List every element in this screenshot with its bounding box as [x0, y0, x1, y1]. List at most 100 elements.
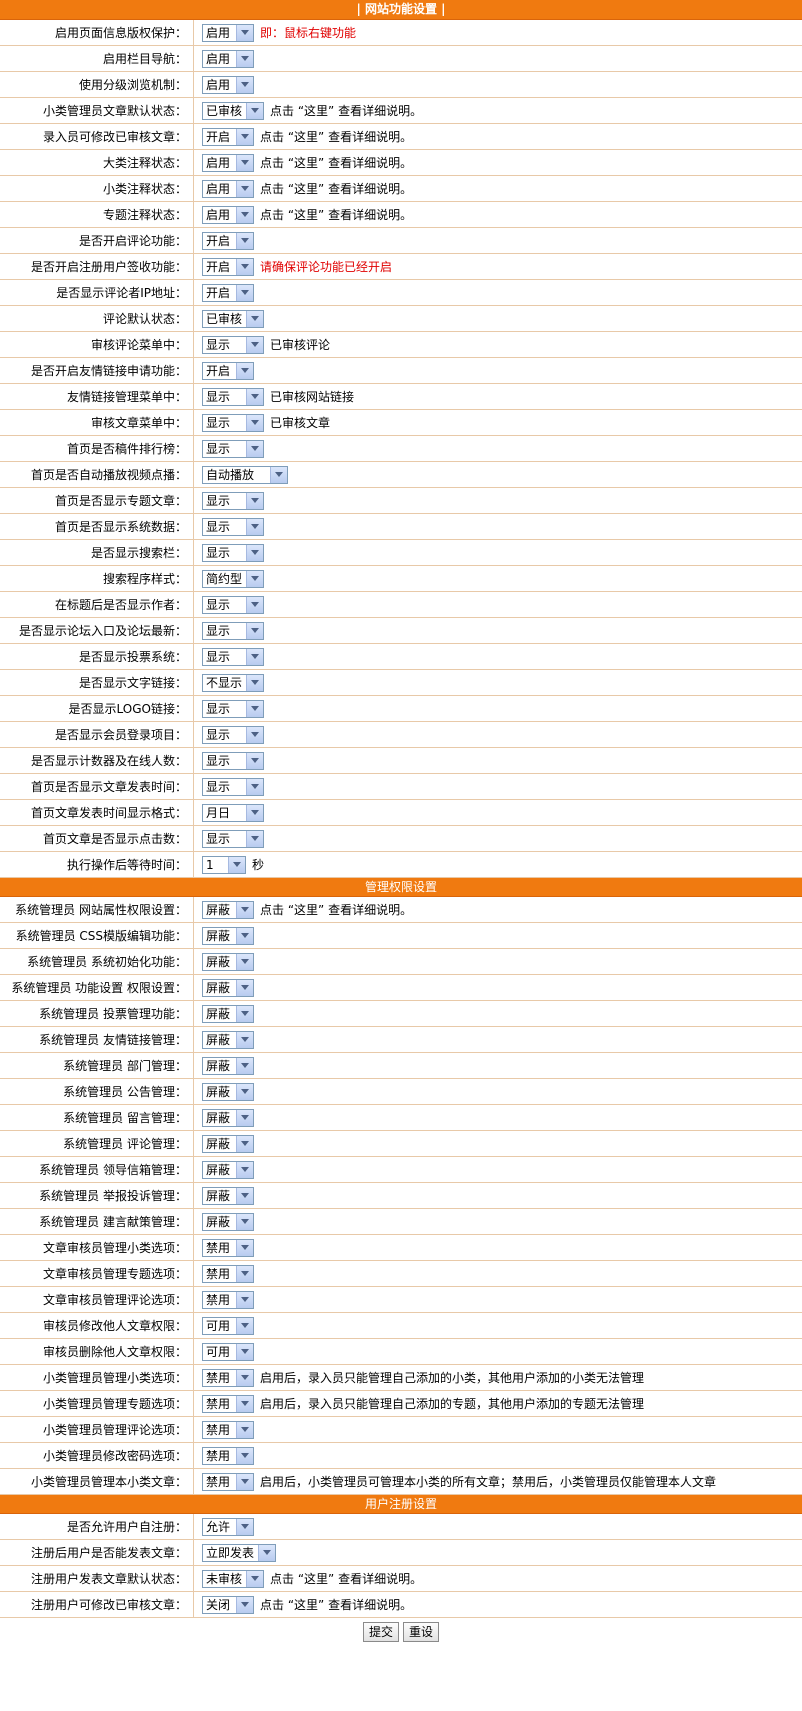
setting-select[interactable]: 开启	[202, 127, 254, 146]
setting-select[interactable]: 允许	[202, 1517, 254, 1536]
chevron-down-icon[interactable]	[236, 953, 253, 970]
setting-select[interactable]: 未审核	[202, 1569, 264, 1588]
setting-select[interactable]: 禁用	[202, 1368, 254, 1387]
setting-select[interactable]: 开启	[202, 283, 254, 302]
setting-select[interactable]: 显示	[202, 751, 264, 770]
setting-select[interactable]: 屏蔽	[202, 952, 254, 971]
chevron-down-icon[interactable]	[236, 1213, 253, 1230]
chevron-down-icon[interactable]	[236, 180, 253, 197]
setting-select[interactable]: 显示	[202, 699, 264, 718]
chevron-down-icon[interactable]	[246, 1570, 263, 1587]
setting-select[interactable]: 屏蔽	[202, 1030, 254, 1049]
setting-select[interactable]: 禁用	[202, 1472, 254, 1491]
setting-select[interactable]: 屏蔽	[202, 1108, 254, 1127]
chevron-down-icon[interactable]	[246, 336, 263, 353]
chevron-down-icon[interactable]	[236, 76, 253, 93]
chevron-down-icon[interactable]	[236, 1187, 253, 1204]
chevron-down-icon[interactable]	[258, 1544, 275, 1561]
chevron-down-icon[interactable]	[246, 726, 263, 743]
setting-select[interactable]: 启用	[202, 153, 254, 172]
chevron-down-icon[interactable]	[246, 622, 263, 639]
setting-select[interactable]: 禁用	[202, 1264, 254, 1283]
reset-button[interactable]: 重设	[403, 1621, 440, 1642]
chevron-down-icon[interactable]	[246, 310, 263, 327]
setting-select[interactable]: 显示	[202, 777, 264, 796]
setting-select[interactable]: 显示	[202, 517, 264, 536]
chevron-down-icon[interactable]	[246, 778, 263, 795]
chevron-down-icon[interactable]	[246, 440, 263, 457]
chevron-down-icon[interactable]	[246, 830, 263, 847]
chevron-down-icon[interactable]	[236, 1291, 253, 1308]
chevron-down-icon[interactable]	[236, 258, 253, 275]
setting-select[interactable]: 已审核	[202, 101, 264, 120]
chevron-down-icon[interactable]	[236, 1005, 253, 1022]
chevron-down-icon[interactable]	[246, 596, 263, 613]
setting-select[interactable]: 禁用	[202, 1420, 254, 1439]
setting-select[interactable]: 显示	[202, 491, 264, 510]
setting-select[interactable]: 屏蔽	[202, 900, 254, 919]
chevron-down-icon[interactable]	[236, 1421, 253, 1438]
setting-select[interactable]: 启用	[202, 179, 254, 198]
setting-select[interactable]: 启用	[202, 49, 254, 68]
chevron-down-icon[interactable]	[246, 388, 263, 405]
chevron-down-icon[interactable]	[236, 24, 253, 41]
chevron-down-icon[interactable]	[228, 856, 245, 873]
chevron-down-icon[interactable]	[236, 362, 253, 379]
setting-select[interactable]: 可用	[202, 1342, 254, 1361]
chevron-down-icon[interactable]	[236, 927, 253, 944]
setting-select[interactable]: 显示	[202, 439, 264, 458]
setting-select[interactable]: 禁用	[202, 1290, 254, 1309]
setting-select[interactable]: 屏蔽	[202, 926, 254, 945]
setting-select[interactable]: 立即发表	[202, 1543, 276, 1562]
setting-select[interactable]: 不显示	[202, 673, 264, 692]
chevron-down-icon[interactable]	[236, 1265, 253, 1282]
setting-select[interactable]: 禁用	[202, 1446, 254, 1465]
chevron-down-icon[interactable]	[236, 1135, 253, 1152]
setting-select[interactable]: 屏蔽	[202, 1186, 254, 1205]
chevron-down-icon[interactable]	[236, 232, 253, 249]
chevron-down-icon[interactable]	[270, 466, 287, 483]
chevron-down-icon[interactable]	[236, 1343, 253, 1360]
chevron-down-icon[interactable]	[246, 492, 263, 509]
chevron-down-icon[interactable]	[236, 128, 253, 145]
setting-select[interactable]: 屏蔽	[202, 978, 254, 997]
chevron-down-icon[interactable]	[236, 1057, 253, 1074]
setting-select[interactable]: 开启	[202, 231, 254, 250]
chevron-down-icon[interactable]	[236, 979, 253, 996]
chevron-down-icon[interactable]	[246, 414, 263, 431]
chevron-down-icon[interactable]	[246, 102, 263, 119]
chevron-down-icon[interactable]	[236, 50, 253, 67]
setting-select[interactable]: 显示	[202, 621, 264, 640]
chevron-down-icon[interactable]	[236, 901, 253, 918]
setting-select[interactable]: 开启	[202, 361, 254, 380]
setting-select[interactable]: 已审核	[202, 309, 264, 328]
chevron-down-icon[interactable]	[246, 752, 263, 769]
setting-select[interactable]: 禁用	[202, 1238, 254, 1257]
chevron-down-icon[interactable]	[246, 700, 263, 717]
chevron-down-icon[interactable]	[236, 1473, 253, 1490]
setting-select[interactable]: 屏蔽	[202, 1134, 254, 1153]
setting-select[interactable]: 开启	[202, 257, 254, 276]
setting-select[interactable]: 显示	[202, 387, 264, 406]
setting-select[interactable]: 显示	[202, 335, 264, 354]
chevron-down-icon[interactable]	[246, 570, 263, 587]
setting-select[interactable]: 屏蔽	[202, 1082, 254, 1101]
chevron-down-icon[interactable]	[236, 1369, 253, 1386]
chevron-down-icon[interactable]	[236, 1317, 253, 1334]
chevron-down-icon[interactable]	[246, 518, 263, 535]
setting-select[interactable]: 自动播放	[202, 465, 288, 484]
setting-select[interactable]: 启用	[202, 23, 254, 42]
chevron-down-icon[interactable]	[246, 648, 263, 665]
setting-select[interactable]: 显示	[202, 725, 264, 744]
setting-select[interactable]: 屏蔽	[202, 1212, 254, 1231]
setting-select[interactable]: 启用	[202, 205, 254, 224]
chevron-down-icon[interactable]	[236, 284, 253, 301]
setting-select[interactable]: 禁用	[202, 1394, 254, 1413]
chevron-down-icon[interactable]	[246, 544, 263, 561]
setting-select[interactable]: 显示	[202, 647, 264, 666]
chevron-down-icon[interactable]	[236, 1596, 253, 1613]
chevron-down-icon[interactable]	[236, 1239, 253, 1256]
submit-button[interactable]: 提交	[362, 1621, 399, 1642]
setting-select[interactable]: 可用	[202, 1316, 254, 1335]
setting-select[interactable]: 简约型	[202, 569, 264, 588]
